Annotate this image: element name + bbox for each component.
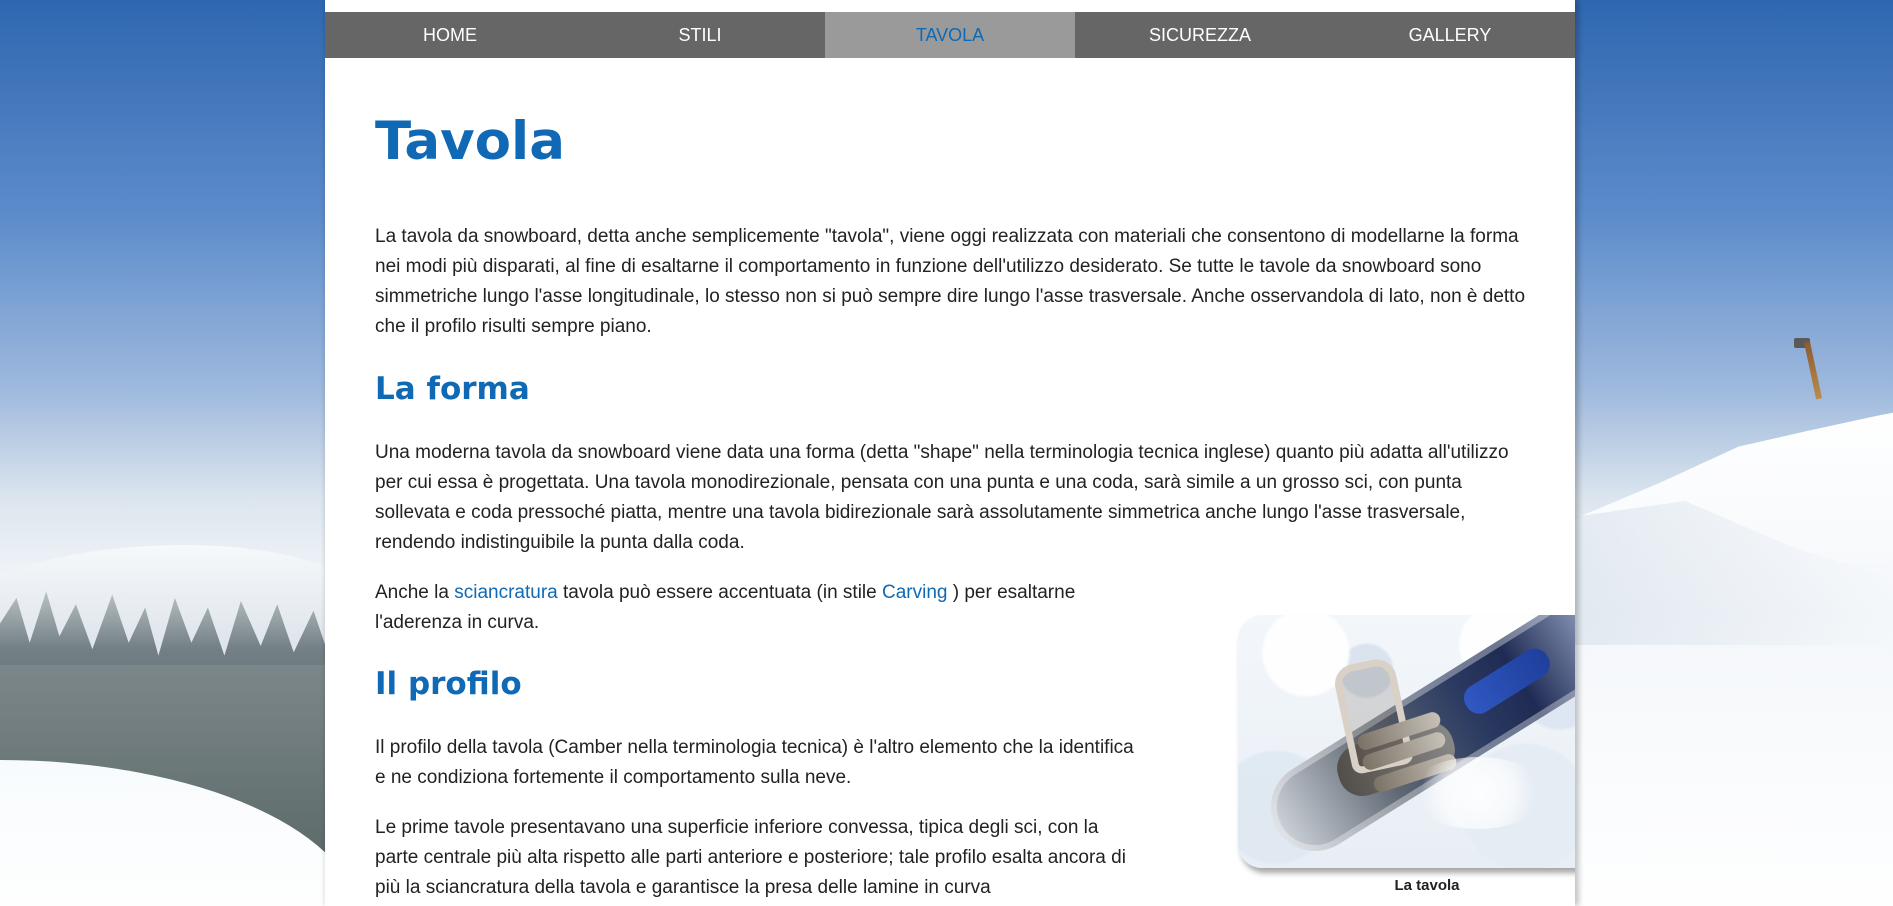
nav-sicurezza[interactable]: SICUREZZA [1075,12,1325,58]
profilo-paragraph-1: Il profilo della tavola (Camber nella te… [375,737,1134,788]
snowboard-image [1238,615,1575,868]
top-navigation: HOME STILI TAVOLA SICUREZZA GALLERY [325,12,1575,58]
section-heading-profilo: Il profilo [375,666,522,702]
main-page: HOME STILI TAVOLA SICUREZZA GALLERY Tavo… [325,0,1575,906]
background-pole [1804,341,1822,400]
nav-gallery[interactable]: GALLERY [1325,12,1575,58]
section-heading-forma: La forma [375,371,530,407]
profilo-paragraph-2: Le prime tavole presentavano una superfi… [375,817,1126,898]
forma-paragraph-2-prefix: Anche la [375,582,449,603]
carving-link[interactable]: Carving [882,582,947,603]
forma-paragraph-2-middle: tavola può essere accentuata (in stile [563,582,877,603]
forma-paragraph-2: Anche la sciancratura tavola può essere … [375,578,1135,638]
snowboard-figure: La tavola [1238,615,1575,895]
nav-home[interactable]: HOME [325,12,575,58]
background-right-hill [1573,405,1893,906]
sciancratura-link[interactable]: sciancratura [454,582,558,603]
figure-caption: La tavola [1394,877,1460,894]
page-title: Tavola [375,111,565,172]
snow-spray [1408,757,1548,829]
intro-paragraph: La tavola da snowboard, detta anche semp… [375,226,1526,337]
forma-paragraph-1: Una moderna tavola da snowboard viene da… [375,442,1509,553]
nav-stili[interactable]: STILI [575,12,825,58]
nav-tavola[interactable]: TAVOLA [825,12,1075,58]
